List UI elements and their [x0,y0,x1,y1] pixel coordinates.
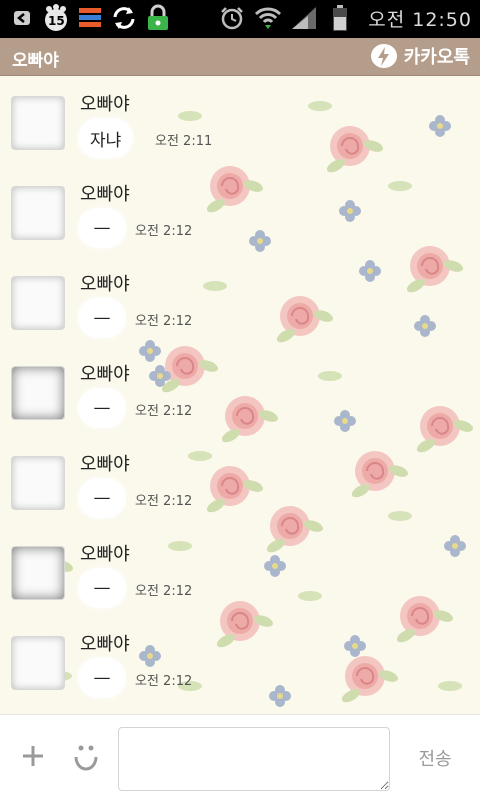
sender-name: 오빠야 [80,274,130,295]
lock-icon [144,4,172,32]
battery-icon [326,4,354,32]
chat-message[interactable]: 오빠야 — 오전 2:12 [0,256,480,346]
sender-name: 오빠야 [80,364,130,385]
status-bar-left-icons: 15 [8,4,172,32]
chat-message[interactable]: 오빠야 — 오전 2:12 [0,526,480,616]
emoticon-icon[interactable] [72,741,100,771]
chat-message[interactable]: 오빠야 — 오전 2:12 [0,616,480,706]
brand-logo: 카카오톡 [370,43,470,69]
message-bubble[interactable]: — [78,658,126,698]
send-button[interactable]: 전송 [405,745,465,771]
chat-message[interactable]: 오빠야 — 오전 2:12 [0,166,480,256]
message-bubble[interactable]: — [78,388,126,428]
message-bubble[interactable]: — [78,208,126,248]
message-time: 오전 2:12 [135,674,193,689]
message-time: 오전 2:12 [135,224,193,239]
avatar[interactable] [11,186,65,240]
message-input[interactable] [118,727,390,791]
avatar[interactable] [11,96,65,150]
sender-name: 오빠야 [80,634,130,655]
chat-message[interactable]: 오빠야 — 오전 2:12 [0,346,480,436]
paw-notification-icon: 15 [42,4,70,32]
sender-name: 오빠야 [80,454,130,475]
back-icon [8,4,36,32]
chat-title[interactable]: 오빠야 [12,46,59,71]
status-bar: 15 오전 12:50 [0,0,480,38]
brand-name: 카카오톡 [403,47,470,68]
avatar[interactable] [11,546,65,600]
avatar[interactable] [11,636,65,690]
avatar[interactable] [11,276,65,330]
message-bubble[interactable]: — [78,568,126,608]
chat-area[interactable]: 오빠야 자냐 오전 2:11 오빠야 — 오전 2:12 오빠야 — 오전 2:… [0,76,480,714]
message-time: 오전 2:12 [135,314,193,329]
chat-message[interactable]: 오빠야 — 오전 2:12 [0,436,480,526]
wifi-icon [254,4,282,32]
sender-name: 오빠야 [80,94,130,115]
status-bar-right-icons: 오전 12:50 [218,4,472,32]
message-time: 오전 2:11 [155,134,213,149]
sync-icon [110,4,138,32]
chat-message[interactable]: 오빠야 자냐 오전 2:11 [0,76,480,166]
sender-name: 오빠야 [80,184,130,205]
notification-badge: 15 [48,14,65,28]
message-input-bar: 전송 [0,714,480,800]
message-time: 오전 2:12 [135,584,193,599]
alarm-icon [218,4,246,32]
message-bubble[interactable]: 자냐 [78,118,134,158]
avatar[interactable] [11,456,65,510]
status-time: 오전 12:50 [368,8,472,31]
message-bubble[interactable]: — [78,478,126,518]
chat-header: 오빠야 카카오톡 [0,38,480,76]
message-time: 오전 2:12 [135,404,193,419]
signal-icon [290,4,318,32]
plus-icon[interactable] [20,743,46,769]
message-bubble[interactable]: — [78,298,126,338]
stack-app-icon [76,4,104,32]
sender-name: 오빠야 [80,544,130,565]
avatar[interactable] [11,366,65,420]
kakao-lightning-icon [370,44,397,68]
message-time: 오전 2:12 [135,494,193,509]
